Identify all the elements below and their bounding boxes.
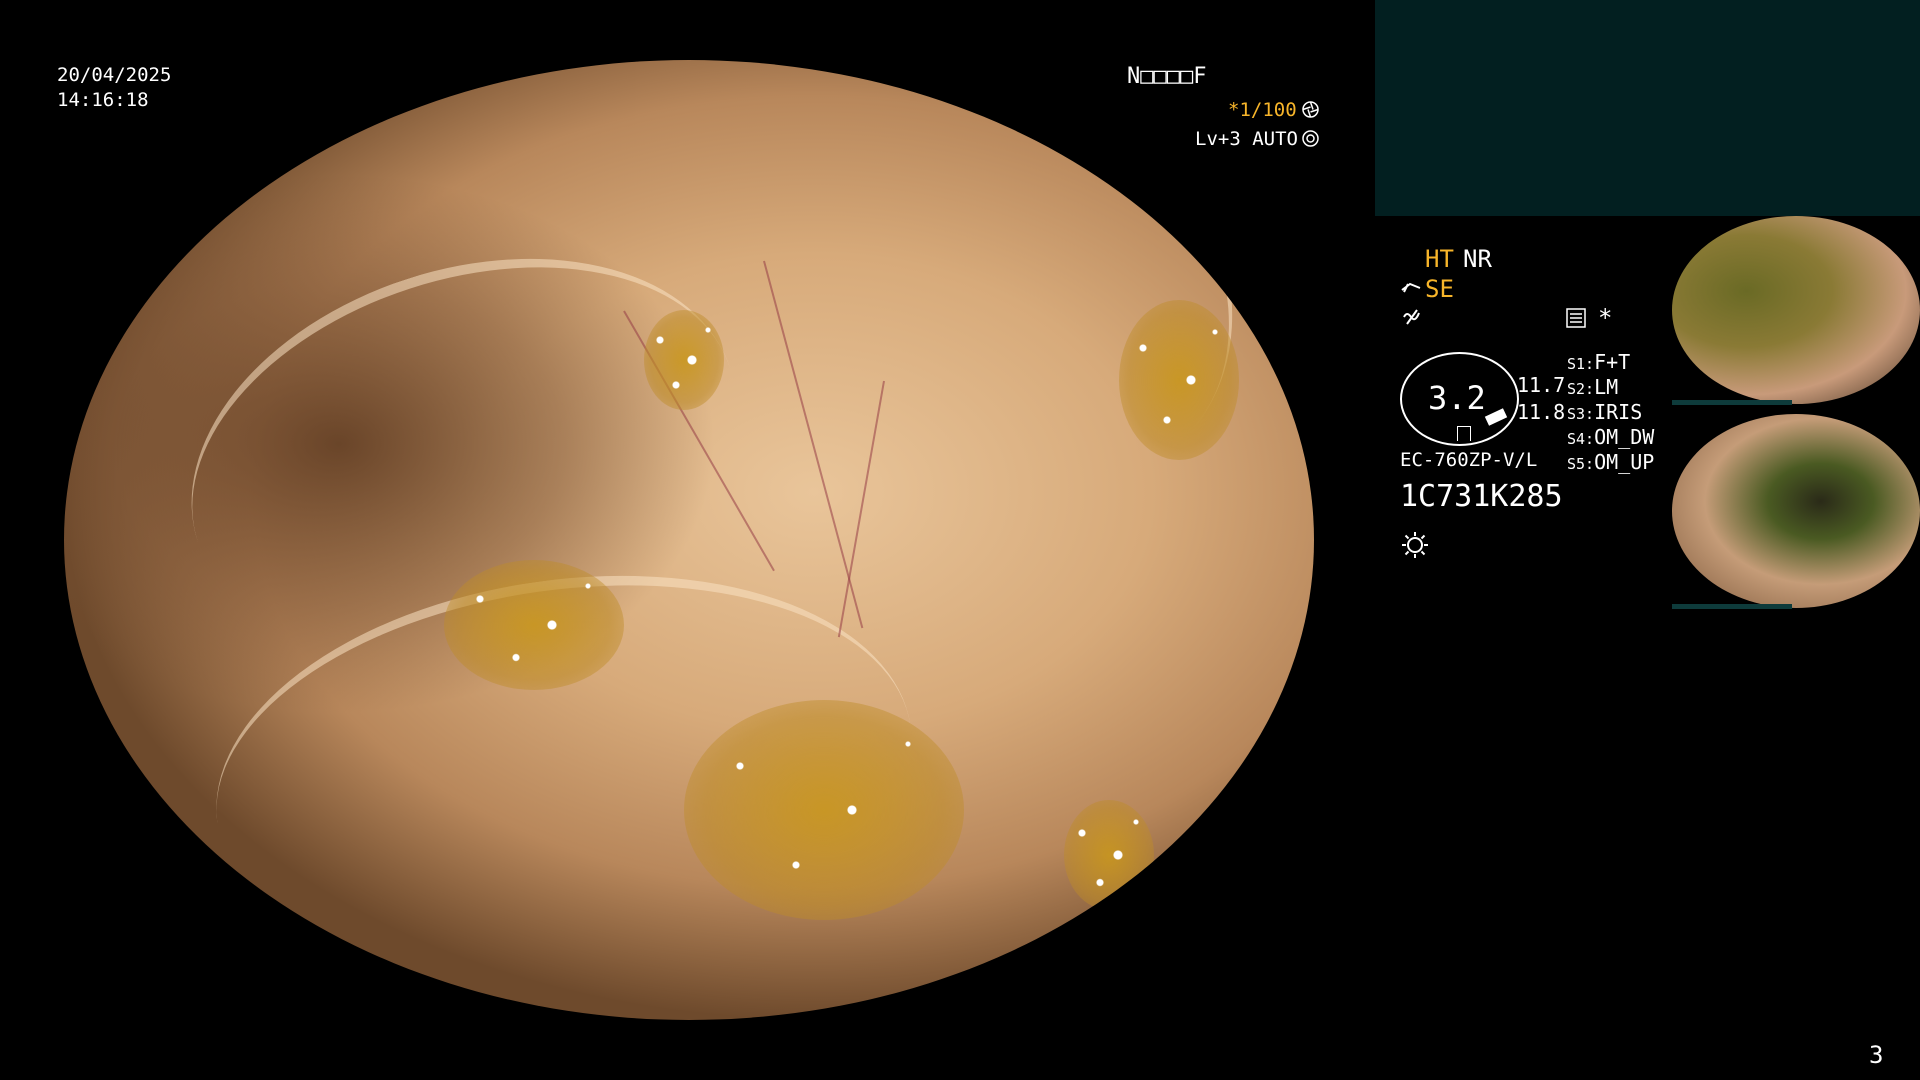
light-icon [1401, 531, 1429, 559]
thumbnail-bar-1 [1672, 400, 1792, 405]
scope-model: EC-760ZP-V/L [1400, 449, 1538, 471]
thumbnail-bar-2 [1672, 604, 1792, 609]
fluid-bubbles [444, 560, 624, 690]
switch-list: S1:F+T S2:LM S3:IRIS S4:OM_DW S5:OM_UP [1567, 352, 1654, 477]
asterisk-indicator: * [1598, 304, 1613, 332]
shutter-icon [1302, 101, 1319, 118]
fluid-bubbles [644, 310, 724, 410]
scale-bottom: 11.8 [1517, 400, 1566, 424]
scale-top: 11.7 [1517, 373, 1566, 397]
scope-serial: 1C731K285 [1400, 479, 1563, 514]
fluid-bubbles [684, 700, 964, 920]
iris-icon [1302, 130, 1319, 147]
switch-row: S3:IRIS [1567, 400, 1643, 424]
date-label: 20/04/2025 [57, 64, 172, 86]
se-mode: SE [1425, 275, 1454, 303]
record-icon [1566, 308, 1586, 328]
switch-row: S5:OM_UP [1567, 450, 1655, 474]
shutter-speed: *1/100 [1228, 99, 1297, 121]
patient-id: N□□□□F [1127, 64, 1207, 89]
fluid-bubbles [1119, 300, 1239, 460]
gauge-marker [1457, 426, 1471, 441]
zoom-value: 3.2 [1428, 379, 1486, 417]
thumbnail-image-1[interactable] [1672, 216, 1920, 404]
switch-row: S2:LM [1567, 375, 1619, 399]
page-number: 3 [1869, 1041, 1884, 1069]
enhance-icon [1400, 278, 1422, 300]
switch-row: S4:OM_DW [1567, 425, 1655, 449]
thumbnail-image-2[interactable] [1672, 414, 1920, 608]
switch-row: S1:F+T [1567, 350, 1631, 374]
info-panel-top [1375, 0, 1920, 216]
fluid-bubbles [1064, 800, 1154, 910]
zoom-gauge: 3.2 [1400, 352, 1519, 446]
freeze-icon [1402, 307, 1422, 327]
nr-mode: NR [1463, 245, 1492, 273]
time-label: 14:16:18 [57, 89, 149, 111]
light-level: Lv+3 AUTO [1195, 128, 1298, 150]
gauge-needle [1484, 408, 1508, 426]
endoscope-view [64, 60, 1314, 1020]
ht-mode: HT [1425, 245, 1454, 273]
